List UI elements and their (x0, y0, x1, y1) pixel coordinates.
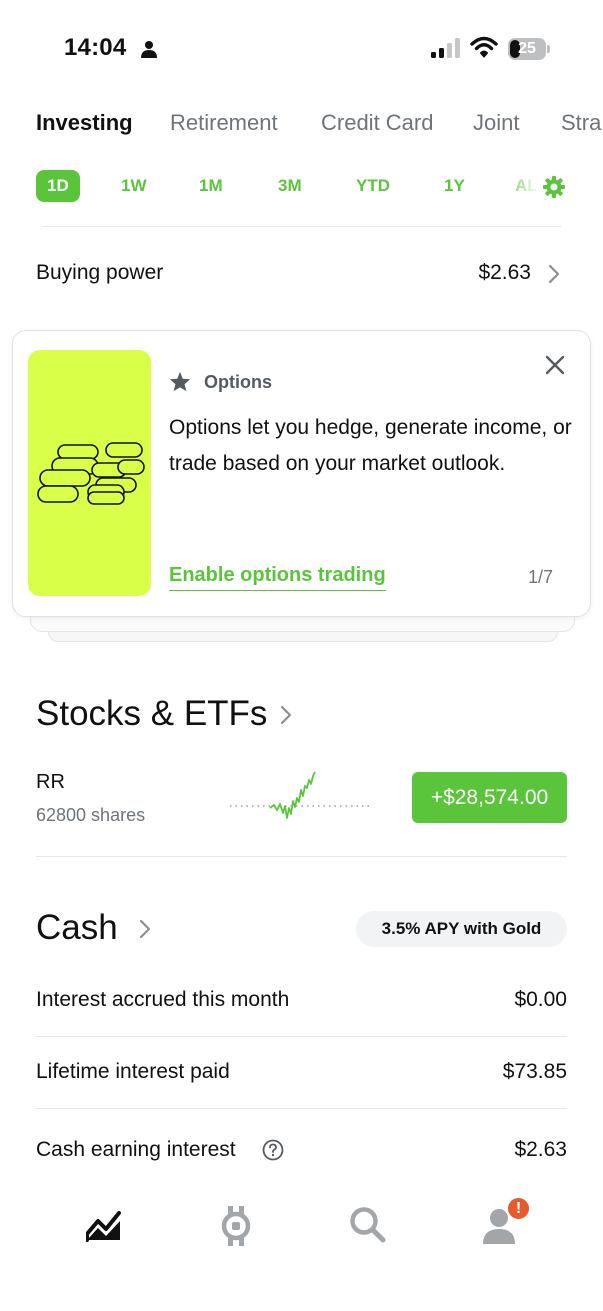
cash-earning-interest-label: Cash earning interest (36, 1138, 236, 1161)
star-icon (169, 371, 191, 392)
status-time: 14:04 (64, 34, 127, 61)
range-tab-1y[interactable]: 1Y (444, 176, 465, 196)
buying-power-value[interactable]: $2.63 (478, 261, 531, 285)
divider (36, 856, 567, 857)
tab-retirement[interactable]: Retirement (170, 110, 278, 136)
tab-investing[interactable]: Investing (36, 110, 133, 136)
range-tab-1w[interactable]: 1W (121, 176, 147, 196)
close-icon[interactable] (544, 354, 566, 376)
card-page-indicator: 1/7 (528, 567, 554, 587)
tab-joint[interactable]: Joint (473, 110, 519, 136)
wifi-icon (470, 36, 498, 58)
stock-sparkline (230, 771, 371, 819)
chevron-right-icon[interactable] (547, 264, 561, 284)
chevron-right-icon[interactable] (279, 704, 293, 726)
lifetime-interest-label: Lifetime interest paid (36, 1060, 230, 1083)
person-status-icon (141, 41, 157, 58)
cash-section-title[interactable]: Cash (36, 908, 118, 948)
crypto-icon[interactable] (218, 1204, 254, 1248)
interest-accrued-label: Interest accrued this month (36, 988, 290, 1011)
help-icon[interactable] (262, 1139, 284, 1161)
range-tab-ytd[interactable]: YTD (356, 176, 390, 196)
stocks-section-title[interactable]: Stocks & ETFs (36, 694, 267, 734)
chevron-right-icon[interactable] (138, 918, 152, 940)
search-icon[interactable] (349, 1206, 387, 1244)
apy-gold-pill[interactable]: 3.5% APY with Gold (356, 911, 567, 947)
tab-strategies[interactable]: Stra (561, 110, 601, 136)
enable-options-button[interactable]: Enable options trading (169, 564, 386, 591)
options-illustration (28, 350, 151, 596)
divider (42, 226, 561, 227)
range-tab-3m[interactable]: 3M (278, 176, 302, 196)
tab-credit-card[interactable]: Credit Card (321, 110, 433, 136)
range-tab-1d[interactable]: 1D (36, 170, 80, 202)
range-tabs-fade (500, 168, 540, 204)
buying-power-label[interactable]: Buying power (36, 261, 163, 285)
settings-gear-icon[interactable] (542, 175, 566, 199)
stock-change-badge[interactable]: +$28,574.00 (412, 772, 567, 823)
investing-chart-icon[interactable] (86, 1206, 122, 1242)
interest-accrued-value: $0.00 (514, 988, 567, 1011)
options-card-body: Options let you hedge, generate income, … (169, 416, 572, 475)
stock-shares: 62800 shares (36, 805, 146, 825)
options-card-kicker: Options (204, 372, 272, 392)
stock-ticker[interactable]: RR (36, 771, 65, 794)
notification-badge: ! (506, 1196, 531, 1221)
lifetime-interest-value: $73.85 (502, 1060, 567, 1083)
option-chips-icon (37, 442, 145, 505)
battery-level: 25 (518, 40, 536, 57)
divider (36, 1036, 567, 1037)
range-tab-1m[interactable]: 1M (199, 176, 223, 196)
cellular-signal-icon (431, 38, 460, 58)
divider (36, 1108, 567, 1109)
battery-indicator: 25 (508, 38, 550, 60)
cash-earning-interest-value: $2.63 (514, 1138, 567, 1161)
